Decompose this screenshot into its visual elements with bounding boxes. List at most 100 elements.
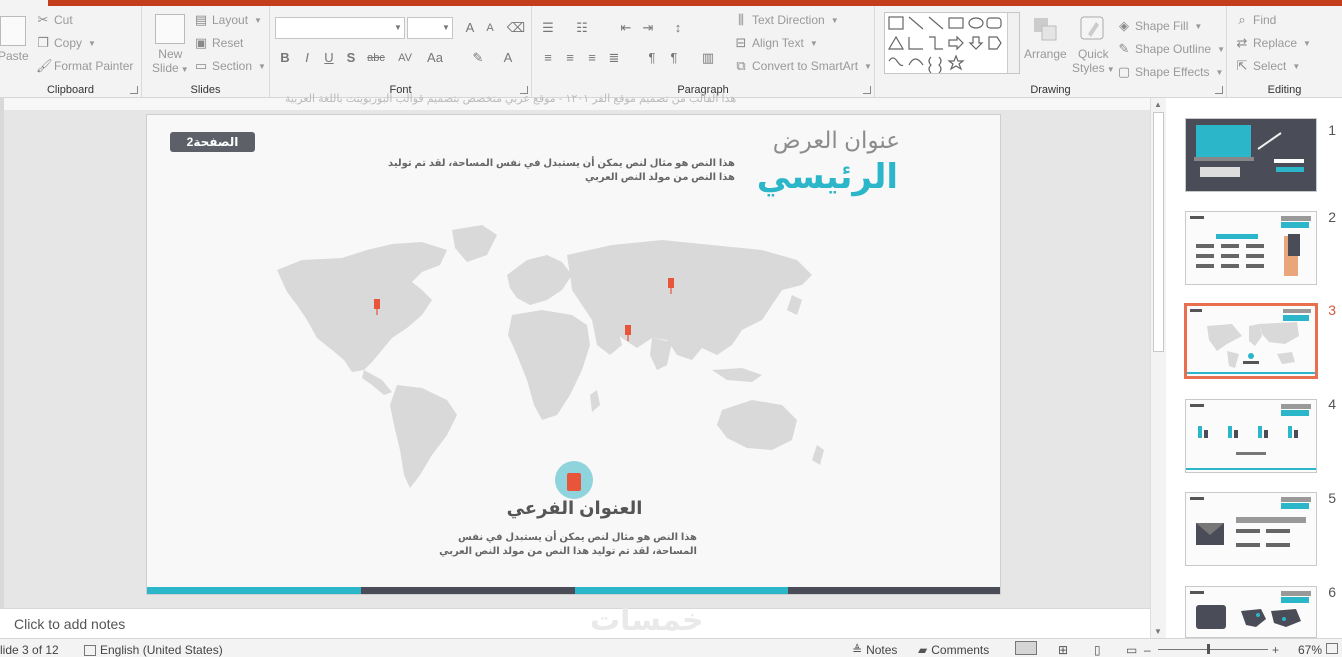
pin-arabia[interactable] xyxy=(625,325,631,335)
pin-north-america[interactable] xyxy=(374,299,380,309)
clipboard-launcher-icon[interactable] xyxy=(130,86,138,94)
chevron-down-icon: ▼ xyxy=(830,15,839,25)
slide-counter[interactable]: lide 3 of 12 xyxy=(0,643,59,657)
strikethrough-button[interactable]: abc xyxy=(363,48,389,68)
slide-sorter-button[interactable]: ⊞ xyxy=(1058,643,1068,657)
cut-button[interactable]: ✂ Cut xyxy=(36,13,73,28)
new-slide-button[interactable]: New Slide ▼ xyxy=(152,14,189,77)
shape-fill-label: Shape Fill xyxy=(1135,19,1189,33)
line-spacing-icon[interactable]: ↕ xyxy=(668,18,688,38)
left-rail[interactable] xyxy=(0,98,4,608)
zoom-slider-track[interactable] xyxy=(1158,649,1268,650)
arrange-icon xyxy=(1030,14,1060,44)
slide-body-text-2[interactable]: هذا النص هو مثال لنص يمكن أن يستبدل في ن… xyxy=(437,531,697,559)
quick-styles-label-2: Styles xyxy=(1072,61,1105,75)
ltr-icon[interactable]: ¶ xyxy=(642,48,662,68)
section-button[interactable]: ▭ Section ▼ xyxy=(194,59,266,74)
notes-toggle-button[interactable]: ≜ Notes xyxy=(852,643,897,657)
thumbnail-slide-4[interactable] xyxy=(1185,399,1317,473)
shadow-button[interactable]: S xyxy=(341,48,361,68)
paragraph-launcher-icon[interactable] xyxy=(863,86,871,94)
zoom-in-button[interactable]: + xyxy=(1272,643,1279,657)
replace-button[interactable]: ⇄ Replace ▼ xyxy=(1235,36,1311,51)
pin-russia[interactable] xyxy=(668,278,674,288)
clipboard-group: Paste ✂ Cut ❐ Copy ▼ 🖌 Format Painter Cl… xyxy=(0,6,142,98)
align-center-icon[interactable]: ≡ xyxy=(560,48,580,68)
find-button[interactable]: ⌕ Find xyxy=(1235,13,1276,28)
language-indicator[interactable]: English (United States) xyxy=(84,643,223,657)
bullets-icon[interactable]: ☰ xyxy=(538,18,558,38)
quick-styles-button[interactable]: Quick Styles ▼ xyxy=(1072,14,1115,77)
slide-sorter-icon: ⊞ xyxy=(1058,643,1069,657)
convert-smartart-label: Convert to SmartArt xyxy=(752,59,859,73)
increase-font-icon[interactable]: A xyxy=(460,18,480,38)
italic-button[interactable]: I xyxy=(297,48,317,68)
select-button[interactable]: ⇱ Select ▼ xyxy=(1235,59,1301,74)
thumbnail-slide-1[interactable] xyxy=(1185,118,1317,192)
fit-to-window-button[interactable] xyxy=(1326,643,1338,654)
chevron-down-icon: ▼ xyxy=(1217,44,1225,54)
reading-view-button[interactable]: ▯ xyxy=(1094,643,1101,657)
decrease-font-icon[interactable]: A xyxy=(480,18,500,38)
align-right-icon[interactable]: ≡ xyxy=(582,48,602,68)
highlight-icon[interactable]: ✎ xyxy=(468,48,488,68)
comments-button[interactable]: ▰ Comments xyxy=(918,643,989,657)
world-map[interactable] xyxy=(272,220,832,490)
align-text-button[interactable]: ⊟ Align Text ▼ xyxy=(734,36,818,51)
arrange-label: Arrange xyxy=(1024,47,1067,61)
paste-button[interactable]: Paste xyxy=(0,16,29,63)
thumbnail-slide-6[interactable] xyxy=(1185,586,1317,638)
slide-body-text-1[interactable]: هذا النص هو مثال لنص يمكن أن يستبدل في ن… xyxy=(375,157,735,185)
justify-icon[interactable]: ≣ xyxy=(604,48,624,68)
format-painter-button[interactable]: 🖌 Format Painter xyxy=(36,59,133,74)
thumbnail-slide-3[interactable] xyxy=(1184,303,1318,379)
normal-view-button[interactable] xyxy=(1015,641,1037,655)
font-name-combo[interactable]: ▼ xyxy=(275,17,405,39)
thumbnail-slide-2[interactable] xyxy=(1185,211,1317,285)
drawing-launcher-icon[interactable] xyxy=(1215,86,1223,94)
shape-fill-button[interactable]: ◈ Shape Fill ▼ xyxy=(1117,19,1202,34)
page-number-pill[interactable]: الصفحة2 xyxy=(170,132,255,152)
slide-subtitle[interactable]: العنوان الفرعي xyxy=(147,498,1000,519)
slide-canvas[interactable]: الصفحة2 عنوان العرض الرئيسي هذا النص هو … xyxy=(146,114,1001,595)
slideshow-button[interactable]: ▭ xyxy=(1126,643,1137,657)
zoom-slider-thumb[interactable] xyxy=(1207,644,1210,654)
chevron-down-icon: ▼ xyxy=(1292,61,1301,71)
columns-icon[interactable]: ▥ xyxy=(698,48,718,68)
scroll-up-icon[interactable]: ▲ xyxy=(1154,100,1162,109)
shape-effects-button[interactable]: ▢ Shape Effects ▼ xyxy=(1117,65,1224,80)
decrease-indent-icon[interactable]: ⇤ xyxy=(616,18,636,38)
reset-button[interactable]: ▣ Reset xyxy=(194,36,244,51)
change-case-button[interactable]: Aa xyxy=(422,48,448,68)
zoom-level[interactable]: 67% xyxy=(1298,643,1322,657)
rtl-icon[interactable]: ¶ xyxy=(664,48,684,68)
numbering-icon[interactable]: ☷ xyxy=(572,18,592,38)
clear-format-icon[interactable]: ⌫ xyxy=(506,18,526,38)
editor-scrollbar[interactable]: ▲ ▼ xyxy=(1150,98,1166,638)
thumbnail-slide-5[interactable] xyxy=(1185,492,1317,566)
underline-button[interactable]: U xyxy=(319,48,339,68)
zoom-out-button[interactable]: – xyxy=(1144,643,1151,657)
slide-title-line-2[interactable]: الرئيسي xyxy=(757,157,898,197)
chevron-down-icon: ▼ xyxy=(1106,65,1115,74)
shape-outline-button[interactable]: ✎ Shape Outline ▼ xyxy=(1117,42,1225,57)
slide-title-line-1[interactable]: عنوان العرض xyxy=(773,127,900,154)
copy-button[interactable]: ❐ Copy ▼ xyxy=(36,36,96,51)
char-spacing-button[interactable]: AV xyxy=(392,48,418,68)
scrollbar-thumb[interactable] xyxy=(1153,112,1164,352)
notes-placeholder[interactable]: Click to add notes xyxy=(14,616,125,632)
arrange-button[interactable]: Arrange xyxy=(1024,14,1067,61)
increase-indent-icon[interactable]: ⇥ xyxy=(638,18,658,38)
scroll-down-icon[interactable]: ▼ xyxy=(1154,627,1162,636)
align-left-icon[interactable]: ≡ xyxy=(538,48,558,68)
convert-smartart-button[interactable]: ⧉ Convert to SmartArt ▼ xyxy=(734,59,872,74)
font-color-button[interactable]: A xyxy=(498,48,518,68)
shapes-gallery[interactable] xyxy=(884,12,1020,74)
bold-button[interactable]: B xyxy=(275,48,295,68)
text-direction-button[interactable]: ⫼ Text Direction ▼ xyxy=(734,13,839,28)
font-size-combo[interactable]: ▼ xyxy=(407,17,453,39)
layout-button[interactable]: ▤ Layout ▼ xyxy=(194,13,262,28)
notes-pane[interactable]: Click to add notes خمسات xyxy=(0,604,1150,638)
thumbnail-number-1: 1 xyxy=(1328,122,1336,138)
shapes-gallery-scroll[interactable] xyxy=(1007,13,1019,73)
